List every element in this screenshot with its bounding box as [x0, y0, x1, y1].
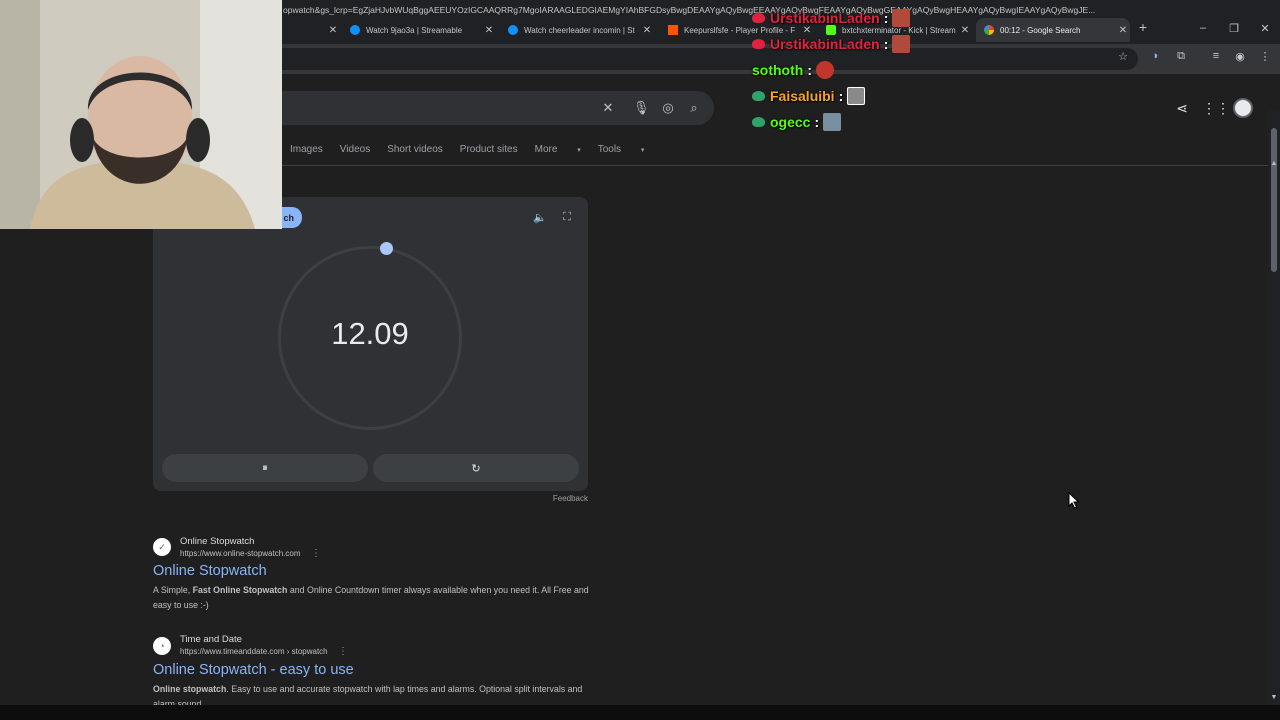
chat-badge-icon [752, 117, 765, 127]
streamable-icon [350, 25, 360, 35]
tab-tools[interactable]: Tools ▾ [598, 144, 645, 155]
more-options-icon[interactable]: ⋮ [311, 548, 321, 559]
avatar[interactable] [1233, 98, 1253, 118]
result-url[interactable]: https://www.online-stopwatch.com [180, 549, 301, 558]
more-options-icon[interactable]: ⋮ [338, 646, 348, 657]
voice-search-icon[interactable]: 🎙 [633, 100, 650, 116]
feedback-link[interactable]: Feedback [540, 494, 588, 503]
tab-streamable-1[interactable]: Watch 9jao3a | Streamable ✕ [342, 18, 496, 42]
tab-google-search[interactable]: 00:12 - Google Search ✕ [976, 18, 1130, 42]
chat-username: sothoth [752, 62, 804, 78]
tab-partial[interactable]: ✕ [284, 18, 340, 42]
pause-icon: ⏸ [262, 461, 268, 474]
reset-icon: ↻ [471, 462, 481, 475]
chat-message: UrstikabinLaden : [752, 9, 911, 27]
result-title[interactable]: Online Stopwatch [153, 563, 267, 579]
chat-username: Faisaluibi [770, 88, 835, 104]
restore-icon[interactable]: ❐ [1226, 22, 1242, 35]
chat-message: ogecc : [752, 113, 842, 131]
media-control-icon[interactable]: ≡ [1208, 50, 1224, 62]
url-text[interactable]: opwatch&gs_lcrp=EgZjaHJvbWUqBggAEEUYOzIG… [283, 5, 1113, 15]
scroll-up-icon[interactable]: ▲ [1268, 160, 1280, 167]
chat-emote-icon [892, 9, 911, 27]
result-url[interactable]: https://www.timeanddate.com › stopwatch [180, 647, 328, 656]
tab-videos[interactable]: Videos [340, 144, 370, 155]
scrollbar-thumb[interactable] [1271, 128, 1277, 272]
google-icon [984, 25, 994, 35]
read-aloud-icon[interactable]: ◗ [1148, 50, 1164, 62]
lens-search-icon[interactable]: ◎ [660, 100, 676, 116]
result-snippet: A Simple, Fast Online Stopwatch and Onli… [153, 585, 589, 610]
result-favicon: ◔ [153, 637, 171, 655]
result-favicon: ✓ [153, 538, 171, 556]
chat-emote-icon [892, 35, 911, 53]
chat-emote-icon [847, 87, 866, 105]
profile-icon[interactable]: ◉ [1232, 50, 1248, 63]
result-site-name[interactable]: Online Stopwatch [180, 536, 254, 547]
tab-streamable-2[interactable]: Watch cheerleader incomin | St ✕ [500, 18, 654, 42]
reset-button[interactable]: ↻ [373, 454, 579, 482]
result-site-name[interactable]: Time and Date [180, 634, 242, 645]
tab-images[interactable]: Images [290, 144, 323, 155]
search-icon[interactable]: ⌕ [686, 100, 702, 116]
extensions-icon[interactable]: ⧉ [1173, 50, 1189, 63]
clear-search-icon[interactable]: ✕ [600, 100, 616, 116]
close-tab-icon[interactable]: ✕ [482, 25, 496, 36]
chat-message: Faisaluibi : [752, 87, 866, 105]
streamable-icon [508, 25, 518, 35]
minimize-icon[interactable]: – [1195, 22, 1211, 34]
chat-badge-icon [752, 91, 765, 101]
chrome-menu-icon[interactable]: ⋮ [1257, 50, 1273, 63]
stopwatch-progress-knob [380, 242, 393, 255]
sound-icon[interactable]: 🔈 [532, 211, 548, 224]
new-tab-icon[interactable]: + [1135, 19, 1151, 35]
close-window-icon[interactable]: ✕ [1257, 22, 1273, 35]
chat-emote-icon [823, 113, 842, 131]
chat-emote-icon [816, 61, 834, 79]
stopwatch-time: 12.09 [331, 316, 409, 351]
apps-grid-icon[interactable]: ⋮⋮ [1202, 100, 1230, 117]
chat-username: UrstikabinLaden [770, 36, 880, 52]
close-tab-icon[interactable]: ✕ [1116, 25, 1130, 36]
close-tab-icon[interactable]: ✕ [958, 25, 972, 36]
share-icon[interactable]: ⋖ [1173, 100, 1191, 117]
faceit-icon [668, 25, 678, 35]
bottom-strip [0, 705, 1280, 720]
chevron-down-icon: ▾ [577, 147, 581, 154]
fullscreen-icon[interactable]: ⛶ [559, 211, 575, 224]
chat-message: UrstikabinLaden : [752, 35, 911, 53]
result-title[interactable]: Online Stopwatch - easy to use [153, 662, 354, 678]
chat-badge-icon [752, 39, 765, 49]
chat-badge-icon [752, 13, 765, 23]
webcam-overlay [0, 0, 282, 229]
close-tab-icon[interactable]: ✕ [326, 25, 340, 36]
pause-button[interactable]: ⏸ [162, 454, 368, 482]
chat-message: sothoth : [752, 61, 834, 79]
tab-more[interactable]: More ▾ [535, 144, 581, 155]
chat-username: ogecc [770, 114, 811, 130]
search-nav-tabs: Images Videos Short videos Product sites… [290, 144, 661, 155]
close-tab-icon[interactable]: ✕ [640, 25, 654, 36]
tab-short-videos[interactable]: Short videos [387, 144, 443, 155]
chat-username: UrstikabinLaden [770, 10, 880, 26]
scroll-down-icon[interactable]: ▼ [1268, 694, 1280, 701]
bookmark-star-icon[interactable]: ☆ [1115, 50, 1131, 63]
tab-product-sites[interactable]: Product sites [460, 144, 518, 155]
mouse-cursor-icon [1068, 492, 1080, 509]
webcam-person-image [0, 0, 282, 229]
chevron-down-icon: ▾ [640, 147, 645, 154]
